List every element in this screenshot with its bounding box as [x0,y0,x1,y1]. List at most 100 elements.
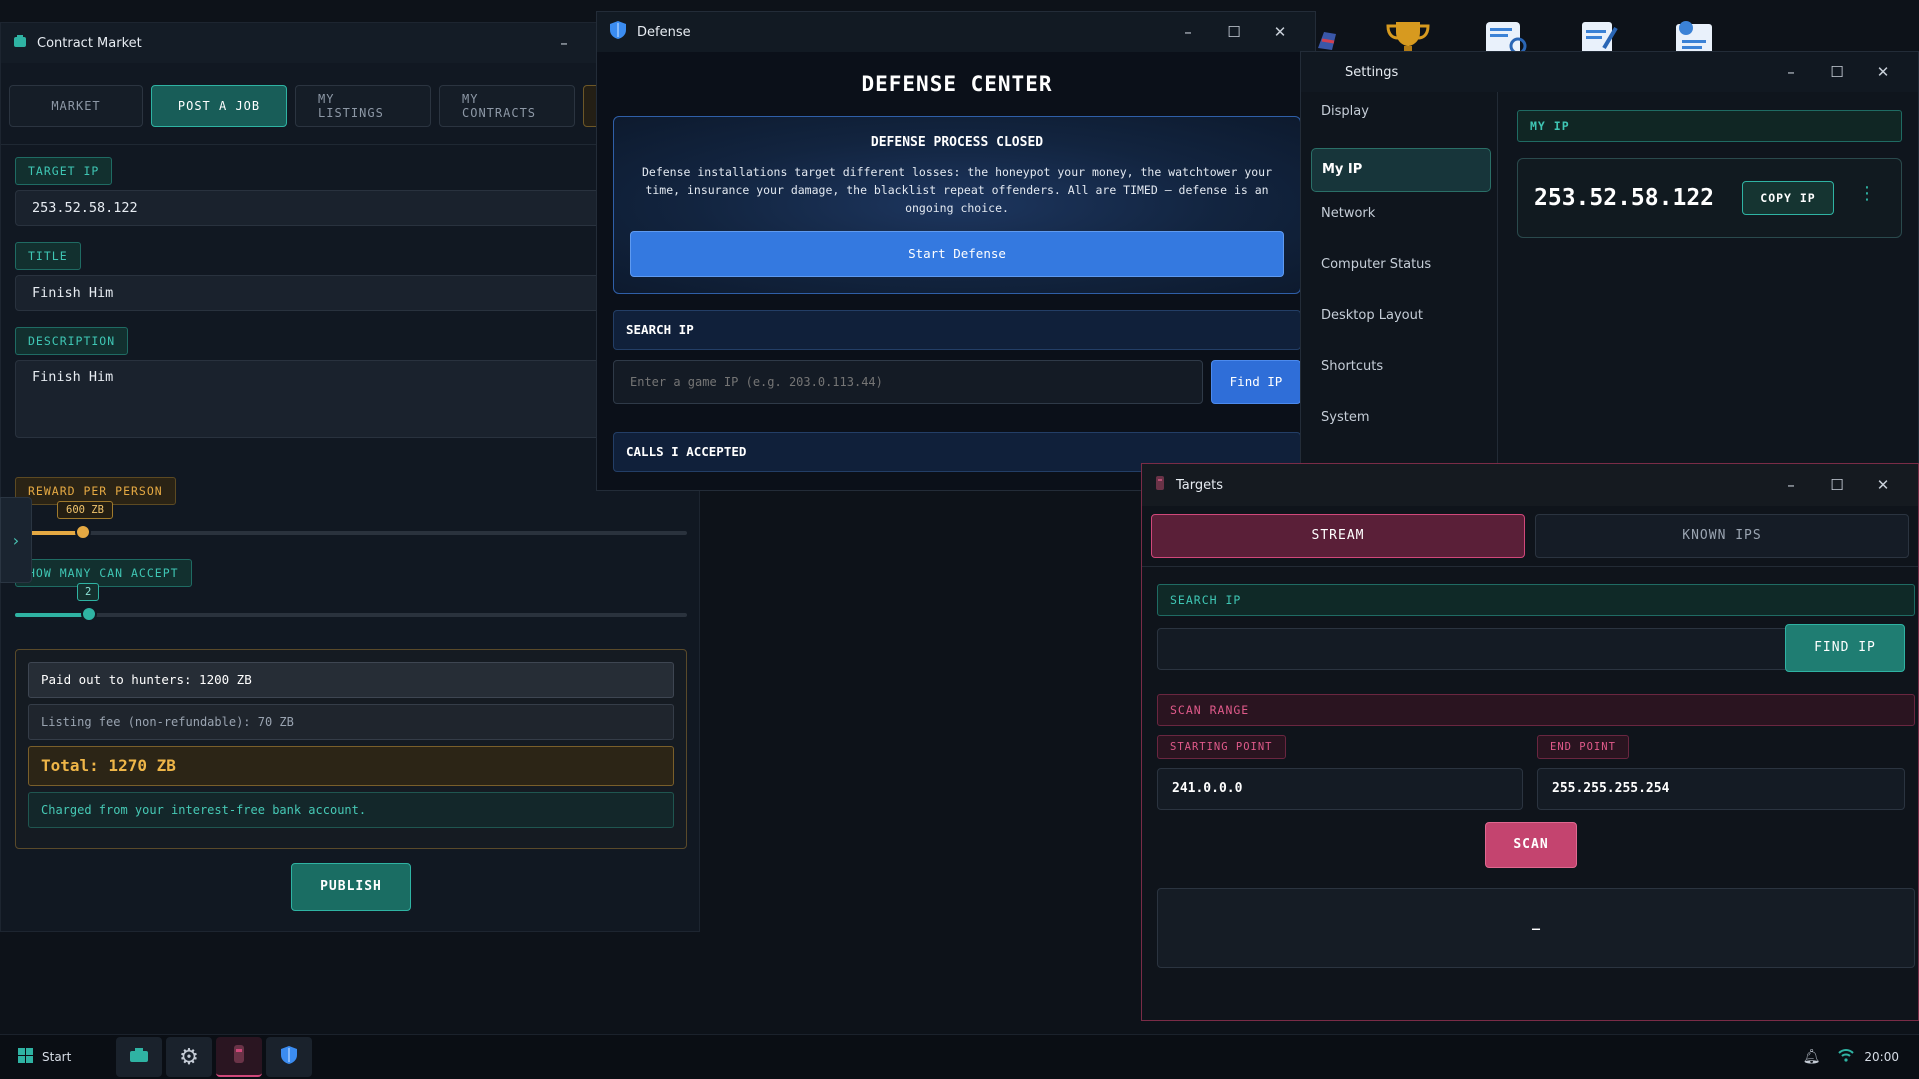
my-ip-value: 253.52.58.122 [1534,185,1715,211]
description-textarea[interactable]: Finish Him [15,360,605,438]
chevron-right-icon: › [12,530,20,550]
sidebar-item-system[interactable]: System [1321,410,1369,425]
windows-start-icon [18,1047,33,1067]
defense-find-ip-button[interactable]: Find IP [1211,360,1301,404]
start-defense-button[interactable]: Start Defense [630,231,1284,277]
scan-range-label: SCAN RANGE [1157,694,1915,726]
contract-market-app-icon [13,34,27,52]
settings-window: Settings – ☐ ✕ Display My IP Network Com… [1300,51,1919,466]
end-point-input[interactable]: 255.255.255.254 [1537,768,1905,810]
defense-window: Defense – ☐ ✕ DEFENSE CENTER DEFENSE PRO… [596,11,1316,491]
shield-icon [609,20,627,44]
scan-button[interactable]: SCAN [1485,822,1577,868]
contract-market-titlebar[interactable]: Contract Market – [1,23,699,63]
search-ip-label: SEARCH IP [1157,584,1915,616]
targets-app-icon [232,1044,246,1068]
my-ip-card: 253.52.58.122 COPY IP ⋮ [1517,158,1902,238]
tabs-divider [1142,566,1918,567]
minimize-button[interactable]: – [1768,476,1814,494]
tab-market[interactable]: MARKET [9,84,143,127]
window-title: Defense [637,24,691,40]
reward-slider-track[interactable]: 600 ZB [15,501,687,540]
defense-status-title: DEFENSE PROCESS CLOSED [870,135,1044,150]
settings-sidebar: Display My IP Network Computer Status De… [1301,92,1498,466]
title-label: TITLE [15,242,81,270]
minimize-button[interactable]: – [1165,23,1211,41]
start-label: Start [42,1050,72,1064]
tab-post-a-job[interactable]: POST A JOB [151,84,287,127]
maximize-button[interactable]: ☐ [1814,63,1860,81]
how-many-slider-thumb[interactable] [81,606,97,622]
defense-titlebar[interactable]: Defense – ☐ ✕ [597,12,1315,52]
title-input[interactable]: Finish Him [15,275,605,311]
start-button[interactable]: Start [18,1047,88,1067]
how-many-label: HOW MANY CAN ACCEPT [15,559,192,587]
scan-results-panel: – [1157,888,1915,968]
sidebar-item-computer-status[interactable]: Computer Status [1321,257,1431,272]
total-row: Total: 1270 ZB [28,746,674,786]
minimize-button[interactable]: – [1768,63,1814,81]
window-title: Settings [1345,64,1399,80]
cost-summary-box: Paid out to hunters: 1200 ZB Listing fee… [15,649,687,849]
sidebar-item-shortcuts[interactable]: Shortcuts [1321,359,1383,374]
sidebar-item-network[interactable]: Network [1321,206,1375,221]
end-point-label: END POINT [1537,735,1629,759]
targets-window: Targets – ☐ ✕ STREAM KNOWN IPS SEARCH IP… [1141,463,1919,1021]
minimize-button[interactable]: – [541,34,587,52]
how-many-slider-track[interactable]: 2 [15,583,687,622]
sidebar-item-display[interactable]: Display [1321,104,1369,119]
clock: 20:00 [1864,1050,1899,1064]
targets-search-ip-input[interactable] [1157,628,1789,670]
wifi-icon[interactable] [1838,1048,1855,1066]
window-title: Targets [1176,477,1223,493]
more-options-icon[interactable]: ⋮ [1858,183,1876,204]
starting-point-label: STARTING POINT [1157,735,1286,759]
reward-slider-thumb[interactable] [75,524,91,540]
targets-app-icon [1154,475,1166,495]
how-many-slider-fill [15,613,89,617]
taskbar-app-settings[interactable]: ⚙ [166,1037,212,1077]
shield-icon [280,1045,298,1069]
targets-find-ip-button[interactable]: FIND IP [1785,624,1905,672]
taskbar: Start ⚙ 🔔︎ 20:00 [0,1034,1919,1079]
contract-market-icon [129,1047,149,1067]
maximize-button[interactable]: ☐ [1211,23,1257,41]
window-title: Contract Market [37,35,142,51]
listing-fee-row: Listing fee (non-refundable): 70 ZB [28,704,674,740]
close-button[interactable]: ✕ [1860,63,1906,81]
my-ip-section-label: MY IP [1517,110,1902,142]
tab-my-listings[interactable]: MY LISTINGS [295,84,431,127]
taskbar-app-targets[interactable] [216,1037,262,1077]
defense-status-card: DEFENSE PROCESS CLOSED Defense installat… [613,116,1301,294]
contract-tabs: MARKET POST A JOB MY LISTINGS MY CONTRAC… [1,63,699,145]
defense-search-ip-input[interactable] [613,360,1203,404]
reward-value-badge: 600 ZB [57,501,113,519]
close-button[interactable]: ✕ [1257,23,1303,41]
close-button[interactable]: ✕ [1860,476,1906,494]
how-many-value-badge: 2 [77,583,100,601]
gear-icon: ⚙ [179,1044,199,1070]
sidebar-expand-handle[interactable]: › [0,497,32,583]
tab-known-ips[interactable]: KNOWN IPS [1535,514,1909,558]
tab-my-contracts[interactable]: MY CONTRACTS [439,84,575,127]
sidebar-item-my-ip[interactable]: My IP [1311,148,1491,192]
defense-status-text: Defense installations target different l… [641,165,1273,215]
maximize-button[interactable]: ☐ [1814,476,1860,494]
search-ip-section-header: SEARCH IP [613,310,1301,350]
target-ip-input[interactable]: 253.52.58.122 [15,190,605,226]
contract-market-window: Contract Market – MARKET POST A JOB MY L… [0,22,700,932]
taskbar-app-contract-market[interactable] [116,1037,162,1077]
notification-bell-icon[interactable]: 🔔︎ [1803,1049,1821,1065]
settings-titlebar[interactable]: Settings – ☐ ✕ [1301,52,1918,92]
charged-note-row: Charged from your interest-free bank acc… [28,792,674,828]
publish-button[interactable]: PUBLISH [291,863,411,911]
sidebar-item-desktop-layout[interactable]: Desktop Layout [1321,308,1423,323]
tab-stream[interactable]: STREAM [1151,514,1525,558]
starting-point-input[interactable]: 241.0.0.0 [1157,768,1523,810]
targets-titlebar[interactable]: Targets – ☐ ✕ [1142,464,1918,506]
description-label: DESCRIPTION [15,327,129,355]
target-ip-label: TARGET IP [15,157,113,185]
copy-ip-button[interactable]: COPY IP [1742,181,1834,215]
taskbar-app-defense[interactable] [266,1037,312,1077]
paid-out-row: Paid out to hunters: 1200 ZB [28,662,674,698]
